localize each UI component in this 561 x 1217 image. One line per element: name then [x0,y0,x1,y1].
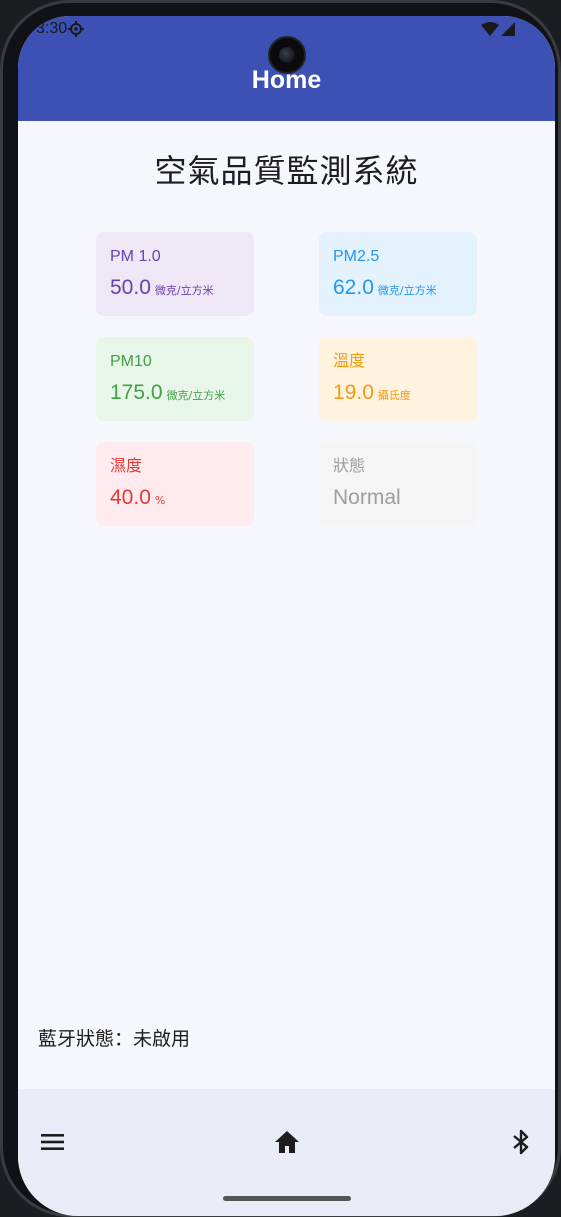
card-value: Normal [333,486,401,509]
app-bar-title: Home [251,66,322,94]
bluetooth-status-text: 藍牙狀態：未啟用 [38,1028,191,1050]
bluetooth-button[interactable] [506,1127,536,1157]
card-unit: 微克/立方米 [377,284,437,297]
status-icons [481,22,515,36]
wifi-icon [481,22,499,36]
card-pm1: PM 1.0 50.0 微克/立方米 [96,232,254,316]
card-value: 175.0 [110,381,163,404]
card-value: 40.0 [110,486,151,509]
card-value: 19.0 [333,381,374,404]
card-pm10: PM10 175.0 微克/立方米 [96,337,254,421]
page-title: 空氣品質監測系統 [154,152,419,190]
card-unit: 微克/立方米 [166,389,226,402]
card-label: 濕度 [110,458,143,475]
signal-icon [501,22,515,36]
status-time: 3:30 [36,20,68,37]
card-value: 62.0 [333,276,374,299]
home-indicator [223,1196,351,1201]
card-label: PM 1.0 [110,248,161,265]
menu-button[interactable] [38,1127,68,1157]
card-temperature: 溫度 19.0 攝氏度 [319,337,477,421]
bluetooth-icon [513,1129,529,1155]
app-bar: 3:30 Home [18,16,555,121]
card-unit: 微克/立方米 [154,284,214,297]
card-value: 50.0 [110,276,151,299]
home-icon [275,1131,299,1153]
card-status: 狀態 Normal [319,442,477,526]
home-button[interactable] [272,1127,302,1157]
bottom-nav [18,1089,555,1216]
screen: 3:30 Home 空氣品質監測系統 PM 1.0 50.0 微克/立方米 PM… [18,16,555,1216]
menu-icon [41,1134,64,1150]
card-label: 溫度 [333,353,366,370]
card-label: 狀態 [333,458,366,475]
card-label: PM10 [110,353,152,370]
card-humidity: 濕度 40.0% [96,442,254,526]
settings-status-icon [68,21,84,41]
card-unit: % [154,494,166,507]
card-pm25: PM2.5 62.0 微克/立方米 [319,232,477,316]
card-label: PM2.5 [333,248,380,265]
card-unit: 攝氏度 [377,389,411,402]
